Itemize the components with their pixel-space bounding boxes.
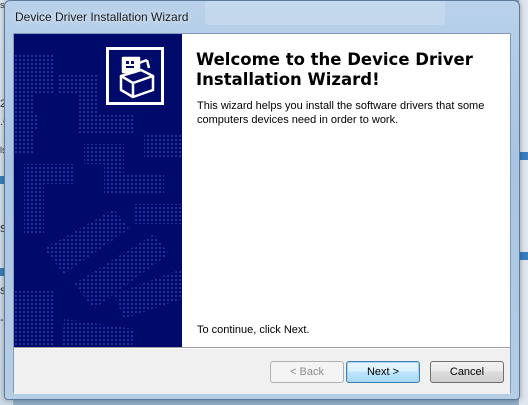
wizard-content: Welcome to the Device Driver Installatio…	[13, 33, 511, 394]
wizard-window: Device Driver Installation Wizard Welcom…	[4, 0, 520, 400]
welcome-heading: Welcome to the Device Driver Installatio…	[196, 50, 473, 89]
back-button[interactable]: < Back	[270, 361, 344, 383]
cancel-button[interactable]: Cancel	[430, 361, 504, 383]
title-bar-glass	[205, 1, 445, 25]
title-bar[interactable]: Device Driver Installation Wizard	[5, 1, 519, 35]
window-title: Device Driver Installation Wizard	[15, 10, 189, 24]
next-button[interactable]: Next >	[346, 361, 420, 383]
button-bar: < Back Next > Cancel	[14, 349, 510, 394]
background-accent	[520, 252, 528, 260]
welcome-description: This wizard helps you install the softwa…	[197, 100, 485, 126]
background-accent	[520, 152, 528, 160]
wizard-banner	[14, 34, 182, 347]
continue-hint: To continue, click Next.	[197, 324, 310, 336]
device-installer-icon	[106, 47, 164, 105]
